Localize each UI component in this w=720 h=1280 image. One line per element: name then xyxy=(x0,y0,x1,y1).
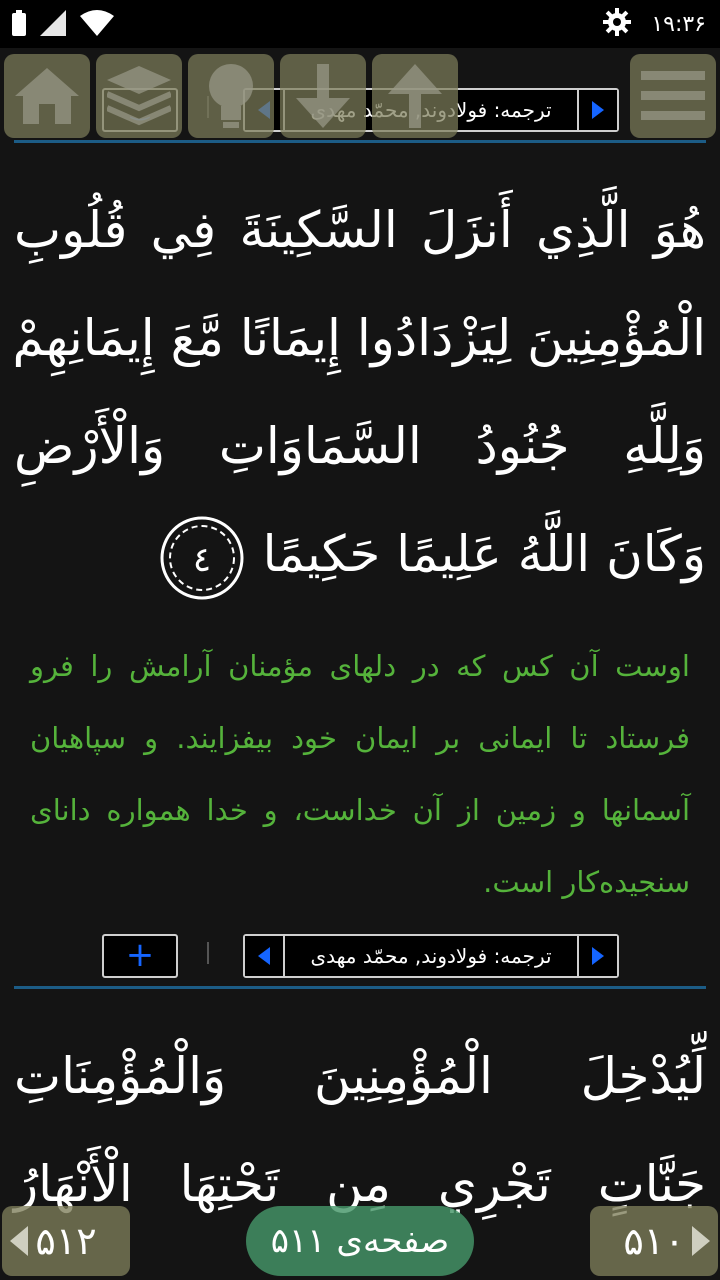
scroll-up-button[interactable] xyxy=(372,54,458,138)
verse-line-text: وَكَانَ اللَّهُ عَلِيمًا حَكِيمًا xyxy=(262,525,706,583)
translation-selector[interactable]: ترجمه: فولادوند, محمّد مهدی xyxy=(243,934,619,978)
previous-verse-fragment xyxy=(200,34,500,48)
signal-icon xyxy=(40,10,66,40)
prev-page-button[interactable]: ۵۱۲ xyxy=(2,1206,130,1276)
lightbulb-button[interactable] xyxy=(188,54,274,138)
prev-page-number: ۵۱۲ xyxy=(35,1219,97,1263)
triangle-right-icon xyxy=(592,947,604,965)
home-button[interactable] xyxy=(4,54,90,138)
scroll-down-button[interactable] xyxy=(280,54,366,138)
arrow-down-icon xyxy=(296,64,350,128)
chevron-right-icon xyxy=(686,1206,716,1276)
verse-line: هُوَ الَّذِي أَنزَلَ السَّكِينَةَ فِي قُ… xyxy=(14,201,706,259)
verse-divider xyxy=(14,986,706,989)
wifi-icon xyxy=(80,10,114,40)
menu-button[interactable] xyxy=(630,54,716,138)
verse-line-last: وَكَانَ اللَّهُ عَلِيمًا حَكِيمًا ٤ xyxy=(14,500,706,608)
current-page-indicator[interactable]: صفحه‌ی ۵۱۱ xyxy=(246,1206,474,1276)
verse-line: الْمُؤْمِنِينَ لِيَزْدَادُوا إِيمَانًا م… xyxy=(12,309,706,367)
layers-icon xyxy=(107,66,171,126)
settings-gear-icon[interactable] xyxy=(603,8,632,40)
clock: ۱۹:۳۶ xyxy=(651,11,706,37)
home-icon xyxy=(15,68,79,124)
chevron-left-icon xyxy=(4,1206,34,1276)
verse-divider xyxy=(14,140,706,143)
verse-line: لِّيُدْخِلَ الْمُؤْمِنِينَ وَالْمُؤْمِنَ… xyxy=(14,1047,706,1105)
ayah-ornament-icon: ٤ xyxy=(160,516,244,599)
layers-button[interactable] xyxy=(96,54,182,138)
lightbulb-icon xyxy=(209,64,253,128)
ayah-number: ٤ xyxy=(193,540,211,580)
battery-icon xyxy=(12,10,26,40)
top-toolbar xyxy=(0,48,720,140)
verse-4[interactable]: هُوَ الَّذِي أَنزَلَ السَّكِينَةَ فِي قُ… xyxy=(12,176,706,608)
next-page-number: ۵۱۰ xyxy=(623,1219,685,1263)
verse-line: وَلِلَّهِ جُنُودُ السَّمَاوَاتِ وَالْأَر… xyxy=(14,417,706,475)
ayah-number-marker: ٤ xyxy=(157,513,247,603)
next-translation-button[interactable] xyxy=(577,936,617,976)
translation-bar: + ترجمه: فولادوند, محمّد مهدی xyxy=(0,934,720,978)
next-page-button[interactable]: ۵۱۰ xyxy=(590,1206,718,1276)
prev-translation-button[interactable] xyxy=(245,936,285,976)
separator xyxy=(207,942,209,964)
arrow-up-icon xyxy=(388,64,442,128)
translation-label: ترجمه: فولادوند, محمّد مهدی xyxy=(310,944,552,968)
verse-4-translation: اوست آن کس که در دلهای مؤمنان آرامش را ف… xyxy=(30,649,690,899)
triangle-left-icon xyxy=(258,947,270,965)
add-translation-button[interactable]: + xyxy=(102,934,178,978)
menu-icon xyxy=(641,71,705,120)
